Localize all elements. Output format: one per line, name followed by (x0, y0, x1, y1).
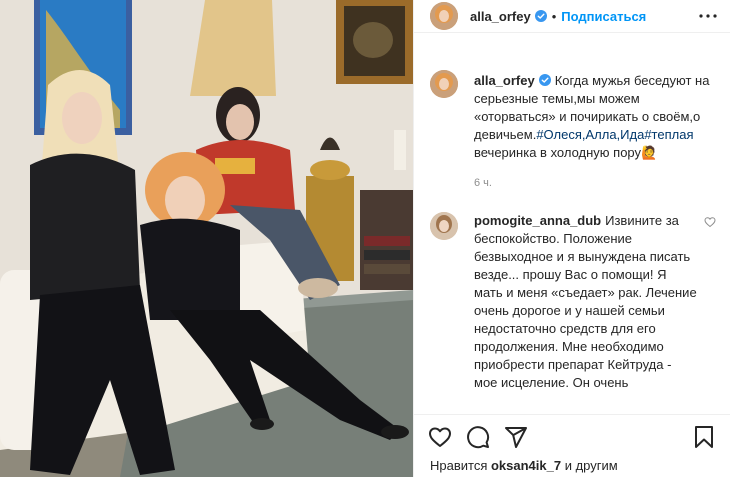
post-image (0, 0, 413, 477)
likes-prefix: Нравится (430, 458, 491, 473)
verified-badge-icon (538, 74, 551, 86)
share-icon[interactable] (504, 425, 528, 449)
comment-username[interactable]: pomogite_anna_dub (474, 213, 601, 228)
comment-icon[interactable] (466, 425, 490, 449)
caption-text-2: вечеринка в холодную пору🙋 (474, 145, 658, 160)
caption-body: alla_orfey Когда мужья беседуют на серьез… (474, 72, 720, 192)
likes-summary: Нравится oksan4ik_7 и другим (414, 449, 730, 473)
heart-icon[interactable] (428, 425, 452, 449)
author-username[interactable]: alla_orfey (470, 9, 531, 24)
caption-avatar[interactable] (430, 70, 458, 98)
comment-item: pomogite_anna_dub Извините за беспокойств… (430, 198, 720, 392)
follow-button[interactable]: Подписаться (561, 9, 646, 24)
post-header: alla_orfey • Подписаться (414, 0, 730, 33)
likes-user-link[interactable]: oksan4ik_7 (491, 458, 561, 473)
more-options-icon[interactable] (696, 4, 720, 28)
caption-username[interactable]: alla_orfey (474, 73, 535, 88)
action-bar (414, 415, 730, 449)
comments-list[interactable]: alla_orfey Когда мужья беседуют на серьез… (414, 58, 730, 414)
likes-suffix: и другим (561, 458, 618, 473)
post-time[interactable]: 6 ч. (474, 174, 720, 192)
hashtag-link-2[interactable]: #теплая (644, 127, 693, 142)
bookmark-icon[interactable] (692, 425, 716, 449)
commenter-avatar[interactable] (430, 212, 458, 240)
comment-like-icon[interactable] (704, 216, 716, 228)
verified-badge-icon (534, 10, 547, 22)
hashtag-link-1[interactable]: #Олеся,Алла,Ида (536, 127, 644, 142)
post-photo[interactable] (0, 0, 413, 477)
header-separator: • (551, 8, 557, 24)
author-avatar[interactable] (430, 2, 458, 30)
post-footer: Нравится oksan4ik_7 и другим (414, 414, 730, 477)
post-caption: alla_orfey Когда мужья беседуют на серьез… (430, 58, 720, 192)
post-side-panel: alla_orfey • Подписаться alla_orfey Когда… (413, 0, 730, 477)
comment-body: pomogite_anna_dub Извините за беспокойств… (474, 212, 720, 392)
comment-text: Извините за беспокойство. Положение безв… (474, 213, 697, 390)
